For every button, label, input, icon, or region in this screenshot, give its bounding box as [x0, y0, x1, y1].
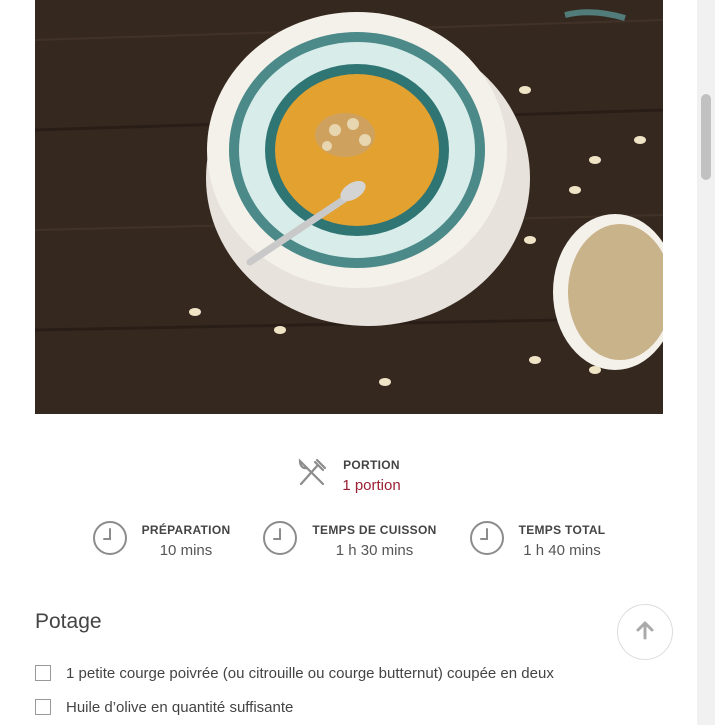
clock-icon: [469, 520, 505, 561]
prep-time-item: PRÉPARATION 10 mins: [92, 520, 231, 561]
ingredient-text: Huile d’olive en quantité suffisante: [66, 698, 294, 716]
ingredient-text: 1 petite courge poivrée (ou citrouille o…: [66, 664, 554, 682]
total-time-label: TEMPS TOTAL: [518, 522, 606, 537]
recipe-photo: [35, 0, 663, 414]
fork-knife-icon: [296, 457, 328, 494]
clock-icon: [92, 520, 128, 561]
total-time-value: 1 h 40 mins: [523, 541, 601, 559]
scrollbar-thumb[interactable]: [701, 94, 711, 180]
recipe-page: PORTION 1 portion PRÉPARATION 10 mins TE…: [0, 0, 715, 725]
ingredients-section-title: Potage: [35, 610, 102, 633]
cook-time-value: 1 h 30 mins: [335, 541, 414, 559]
portion-label: PORTION: [343, 457, 400, 472]
cook-time-item: TEMPS DE CUISSON 1 h 30 mins: [262, 520, 436, 561]
ingredient-item: 1 petite courge poivrée (ou citrouille o…: [35, 656, 554, 690]
back-to-top-button[interactable]: [617, 604, 673, 660]
ingredient-item: Huile d’olive en quantité suffisante: [35, 690, 554, 724]
total-time-item: TEMPS TOTAL 1 h 40 mins: [469, 520, 606, 561]
portion-item: PORTION 1 portion: [296, 457, 401, 494]
ingredient-checkbox[interactable]: [35, 665, 51, 681]
prep-time-value: 10 mins: [159, 541, 213, 559]
vertical-scrollbar[interactable]: [697, 0, 715, 725]
ingredients-list: 1 petite courge poivrée (ou citrouille o…: [35, 656, 554, 724]
portion-value[interactable]: 1 portion: [342, 477, 400, 494]
prep-time-label: PRÉPARATION: [141, 522, 231, 537]
cook-time-label: TEMPS DE CUISSON: [312, 522, 437, 537]
arrow-up-icon: [634, 619, 656, 646]
time-info: PRÉPARATION 10 mins TEMPS DE CUISSON 1 h…: [0, 520, 697, 561]
ingredient-checkbox[interactable]: [35, 699, 51, 715]
portion-info: PORTION 1 portion: [0, 457, 697, 494]
clock-icon: [262, 520, 298, 561]
